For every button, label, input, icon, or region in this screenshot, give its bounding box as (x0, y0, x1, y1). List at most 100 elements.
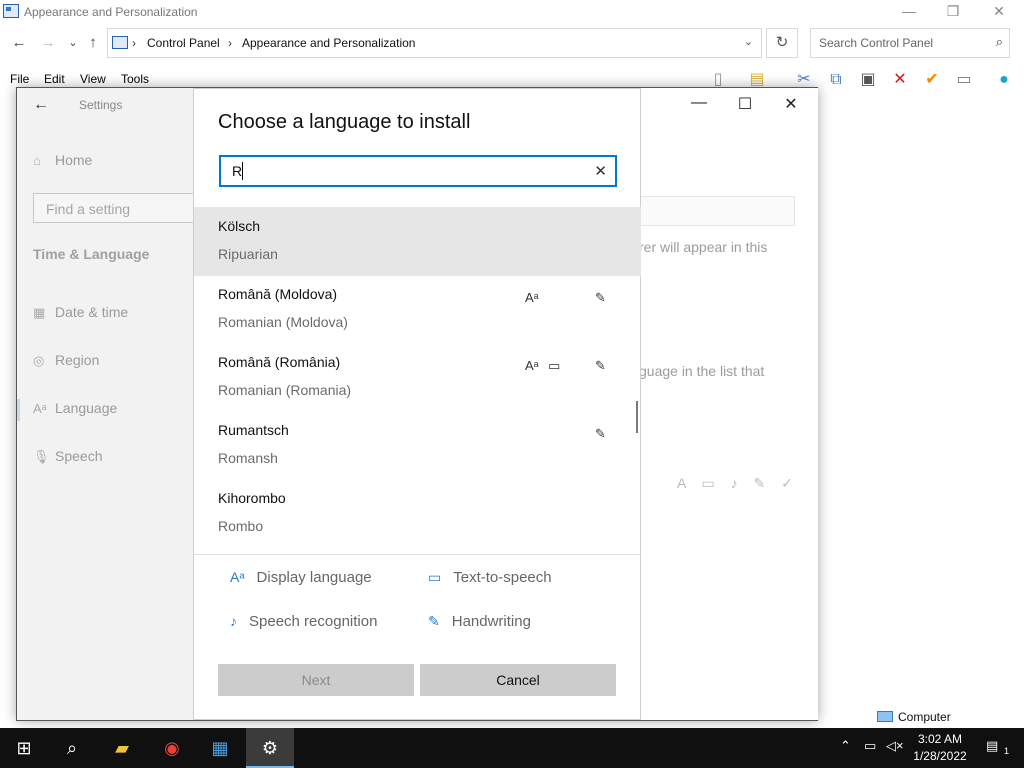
rename-icon[interactable]: ▭ (952, 68, 976, 92)
sidebar-item-label: Region (55, 352, 100, 368)
menu-file[interactable]: File (10, 72, 29, 86)
display-language-icon: Aᵃ (525, 358, 539, 373)
search-placeholder: Search Control Panel (819, 36, 934, 50)
network-icon[interactable]: ▭ (864, 738, 876, 754)
start-icon[interactable]: ⊞ (0, 728, 48, 768)
maximize-button[interactable]: ❐ (930, 0, 976, 24)
list-item[interactable]: Română (Moldova) Romanian (Moldova) Aᵃ ✎ (194, 276, 641, 344)
computer-icon (877, 711, 893, 722)
sidebar-item-home[interactable]: ⌂ Home (33, 152, 92, 168)
language-native-name: Română (Moldova) (218, 286, 338, 302)
sidebar-item-label: Date & time (55, 304, 129, 320)
display-language-icon: Aᵃ (525, 290, 539, 305)
microphone-icon: ♪ (230, 613, 237, 629)
file-explorer-icon[interactable]: ▰ (98, 728, 146, 768)
globe-icon: ◎ (33, 353, 45, 368)
language-english-name: Romansh (218, 450, 278, 466)
forward-arrow-icon[interactable]: → (37, 32, 59, 54)
language-english-name: Rombo (218, 518, 264, 534)
sidebar-item-label: Language (55, 400, 118, 416)
check-icon[interactable]: ✔ (920, 68, 944, 92)
text-caret (242, 162, 243, 180)
next-button[interactable]: Next (218, 664, 414, 696)
background-text: rer will appear in this (639, 239, 768, 255)
paste-icon[interactable]: ▣ (856, 68, 880, 92)
find-setting-input[interactable]: Find a setting (33, 193, 195, 223)
list-item[interactable]: Rumantsch Romansh ✎ (194, 412, 641, 480)
address-bar[interactable]: › Control Panel › Appearance and Persona… (107, 28, 762, 58)
settings-gear-icon[interactable]: ⚙ (246, 728, 294, 768)
divider (194, 554, 641, 555)
delete-icon[interactable]: ✕ (888, 68, 912, 92)
language-english-name: Ripuarian (218, 246, 278, 262)
chevron-up-icon[interactable]: ⌃ (840, 738, 851, 754)
clock[interactable]: 3:02 AM 1/28/2022 (900, 731, 980, 765)
legend-display-language: Aᵃ Display language (230, 569, 372, 586)
recent-locations-icon[interactable]: ⌄ (62, 32, 84, 54)
search-icon[interactable]: ⌕ (48, 728, 96, 768)
legend-handwriting: ✎ Handwriting (428, 613, 531, 630)
menu-edit[interactable]: Edit (44, 72, 65, 86)
sidebar-item-region[interactable]: ◎ Region (33, 352, 99, 369)
language-search-input[interactable]: R ✕ (219, 155, 617, 187)
minimize-button[interactable]: — (679, 94, 719, 112)
background-field (640, 196, 795, 226)
sidebar-item-label: Home (55, 152, 93, 168)
globe-icon[interactable]: ● (992, 68, 1016, 92)
refresh-icon[interactable]: ↻ (766, 28, 798, 58)
feature-icons: A ▭ ♪ ✎ ✓ (677, 475, 799, 491)
breadcrumb-separator: › (132, 36, 136, 50)
legend-label: Text-to-speech (453, 569, 552, 586)
handwriting-icon: ✎ (595, 426, 606, 441)
legend-speech-recognition: ♪ Speech recognition (230, 613, 377, 630)
list-item[interactable]: Kihorombo Rombo (194, 480, 641, 548)
language-icon: Aᵃ (33, 401, 47, 416)
language-native-name: Kihorombo (218, 490, 286, 506)
status-bar: Computer (0, 706, 1024, 728)
date: 1/28/2022 (913, 749, 967, 763)
language-native-name: Kölsch (218, 218, 261, 234)
sidebar-item-speech[interactable]: 🎙 Speech (33, 448, 102, 465)
menu-view[interactable]: View (80, 72, 106, 86)
notification-icon[interactable]: ▤ (986, 738, 998, 754)
language-list[interactable]: Kölsch Ripuarian Română (Moldova) Romani… (194, 207, 641, 554)
close-button[interactable]: ✕ (976, 0, 1022, 24)
list-item[interactable]: Română (România) Romanian (Romania) Aᵃ ▭… (194, 344, 641, 412)
legend-label: Handwriting (451, 613, 531, 630)
handwriting-icon: ✎ (595, 290, 606, 305)
control-panel-icon (112, 36, 128, 49)
maximize-button[interactable]: ☐ (725, 94, 765, 114)
clear-icon[interactable]: ✕ (594, 162, 607, 180)
list-item[interactable]: Kölsch Ripuarian (194, 208, 641, 276)
back-arrow-icon[interactable]: ← (33, 96, 49, 114)
close-button[interactable]: ✕ (771, 94, 811, 114)
sidebar-item-language[interactable]: Aᵃ Language (33, 400, 117, 416)
chrome-icon[interactable]: ◉ (148, 728, 196, 768)
microphone-icon: 🎙 (33, 449, 50, 464)
sidebar-item-label: Speech (55, 448, 103, 464)
calendar-icon: ▦ (33, 305, 46, 320)
copy-icon[interactable]: ⧉ (824, 68, 848, 92)
legend-label: Speech recognition (249, 613, 378, 630)
cancel-button[interactable]: Cancel (420, 664, 616, 696)
menu-tools[interactable]: Tools (121, 72, 149, 86)
language-native-name: Română (România) (218, 354, 341, 370)
navigation-bar: ← → ⌄ ↑ › Control Panel › Appearance and… (0, 28, 1024, 58)
sidebar-item-date-time[interactable]: ▦ Date & time (33, 304, 128, 321)
control-panel-taskbar-icon[interactable]: ▦ (196, 728, 244, 768)
find-placeholder: Find a setting (46, 201, 131, 217)
chevron-down-icon[interactable]: ⌄ (744, 35, 753, 48)
up-arrow-icon[interactable]: ↑ (82, 32, 104, 54)
text-to-speech-icon: ▭ (428, 569, 442, 585)
language-english-name: Romanian (Moldova) (218, 314, 348, 330)
status-location: Computer (898, 710, 951, 724)
control-panel-titlebar: Appearance and Personalization — ❐ ✕ (0, 0, 1024, 24)
search-control-panel-input[interactable]: Search Control Panel ⌕ (810, 28, 1010, 58)
language-native-name: Rumantsch (218, 422, 289, 438)
back-arrow-icon[interactable]: ← (8, 32, 30, 54)
time: 3:02 AM (917, 732, 963, 746)
breadcrumb-appearance[interactable]: Appearance and Personalization (242, 36, 415, 50)
breadcrumb-control-panel[interactable]: Control Panel (147, 36, 220, 50)
minimize-button[interactable]: — (886, 0, 932, 24)
scrollbar-thumb[interactable] (636, 401, 638, 433)
